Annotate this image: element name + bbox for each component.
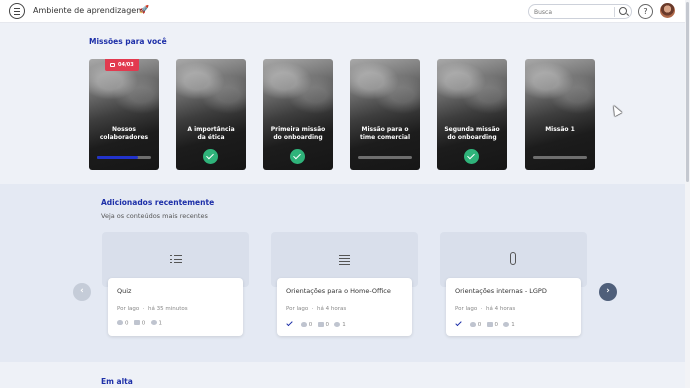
likes-count: 0 — [477, 322, 482, 328]
mission-progress — [97, 156, 151, 159]
mission-name: Segunda missão do onboarding — [444, 126, 500, 141]
content-stats: 0 0 1 — [117, 320, 162, 327]
content-card-body: Orientações internas - LGPD Por lago · h… — [446, 278, 581, 336]
content-time: há 4 horas — [317, 306, 347, 312]
mission-name: Nossos colaboradores — [99, 126, 149, 141]
content-time: há 35 minutos — [148, 306, 188, 312]
scrollbar[interactable] — [685, 0, 690, 388]
views-count: 1 — [342, 322, 346, 328]
hamburger-menu-icon[interactable] — [9, 3, 25, 19]
content-meta: Por lago · há 4 horas — [286, 306, 347, 312]
text-icon — [339, 254, 351, 266]
comment-icon[interactable] — [317, 321, 324, 327]
content-card-body: Quiz Por lago · há 35 minutos 0 0 1 — [108, 278, 243, 336]
views-count: 1 — [511, 322, 515, 328]
check-icon — [290, 149, 305, 164]
rocket-icon: 🚀 — [139, 5, 149, 14]
scrollbar-thumb[interactable] — [686, 2, 689, 182]
mission-name: Missão 1 — [545, 126, 575, 133]
content-meta: Por lago · há 4 horas — [455, 306, 516, 312]
avatar[interactable] — [660, 3, 675, 18]
mission-card[interactable]: Segunda missão do onboarding — [437, 59, 507, 170]
search-box[interactable] — [528, 4, 632, 19]
content-title: Quiz — [117, 287, 132, 295]
eye-icon — [150, 320, 157, 325]
content-title: Orientações internas - LGPD — [455, 287, 547, 295]
content-title: Orientações para o Home-Office — [286, 287, 391, 295]
heart-icon[interactable] — [469, 321, 476, 327]
completed-check-icon — [286, 319, 293, 327]
heart-icon[interactable] — [300, 321, 307, 327]
mission-card[interactable]: Primeira missão do onboarding — [263, 59, 333, 170]
comment-icon[interactable] — [486, 321, 493, 327]
app-title: Ambiente de aprendizagem — [33, 6, 144, 15]
list-icon — [170, 254, 182, 264]
mission-progress — [358, 156, 412, 159]
likes-count: 0 — [308, 322, 313, 328]
carousel-prev-button[interactable]: ‹ — [73, 283, 91, 301]
recent-title: Adicionados recentemente — [101, 198, 215, 207]
comments-count: 0 — [141, 320, 146, 327]
content-author: Por lago — [117, 306, 140, 312]
content-card[interactable]: Quiz Por lago · há 35 minutos 0 0 1 — [102, 232, 249, 336]
views-count: 1 — [158, 320, 163, 327]
check-icon — [464, 149, 479, 164]
content-stats: 0 0 1 — [286, 319, 346, 328]
mission-card[interactable]: A importância da ética — [176, 59, 246, 170]
eye-icon — [503, 321, 510, 327]
content-author: Por lago — [455, 306, 478, 312]
date-badge: 04/03 — [105, 59, 139, 71]
missions-title: Missões para você — [89, 37, 167, 46]
top-bar: Ambiente de aprendizagem 🚀 ? — [0, 0, 685, 23]
mission-name: Primeira missão do onboarding — [270, 126, 326, 141]
heart-icon[interactable] — [117, 320, 123, 325]
recent-subtitle: Veja os conteúdos mais recentes — [101, 212, 208, 220]
comment-icon[interactable] — [133, 320, 140, 325]
trending-title: Em alta — [101, 377, 133, 386]
search-separator — [614, 7, 615, 17]
mission-card[interactable]: Missão para o time comercial — [350, 59, 420, 170]
content-card-body: Orientações para o Home-Office Por lago … — [277, 278, 412, 336]
content-time: há 4 horas — [486, 306, 516, 312]
eye-icon — [334, 321, 341, 327]
carousel-next-button[interactable]: › — [599, 283, 617, 301]
comments-count: 0 — [325, 322, 330, 328]
mission-card[interactable]: 04/03 Nossos colaboradores — [89, 59, 159, 170]
search-input[interactable] — [534, 7, 614, 17]
content-stats: 0 0 1 — [455, 319, 515, 328]
search-icon[interactable] — [619, 7, 627, 15]
paperclip-icon — [510, 252, 516, 265]
content-meta: Por lago · há 35 minutos — [117, 306, 188, 312]
calendar-icon — [110, 62, 115, 67]
mission-name: Missão para o time comercial — [359, 126, 410, 141]
mission-card[interactable]: Missão 1 — [525, 59, 595, 170]
check-icon — [203, 149, 218, 164]
date-badge-label: 04/03 — [118, 62, 134, 68]
mission-progress — [533, 156, 587, 159]
mission-progress-fill — [97, 156, 138, 159]
mission-name: A importância da ética — [187, 126, 235, 141]
content-card[interactable]: Orientações internas - LGPD Por lago · h… — [440, 232, 587, 336]
content-card[interactable]: Orientações para o Home-Office Por lago … — [271, 232, 418, 336]
content-author: Por lago — [286, 306, 309, 312]
comments-count: 0 — [494, 322, 499, 328]
likes-count: 0 — [125, 320, 129, 327]
completed-check-icon — [455, 319, 462, 327]
help-button[interactable]: ? — [638, 4, 653, 19]
